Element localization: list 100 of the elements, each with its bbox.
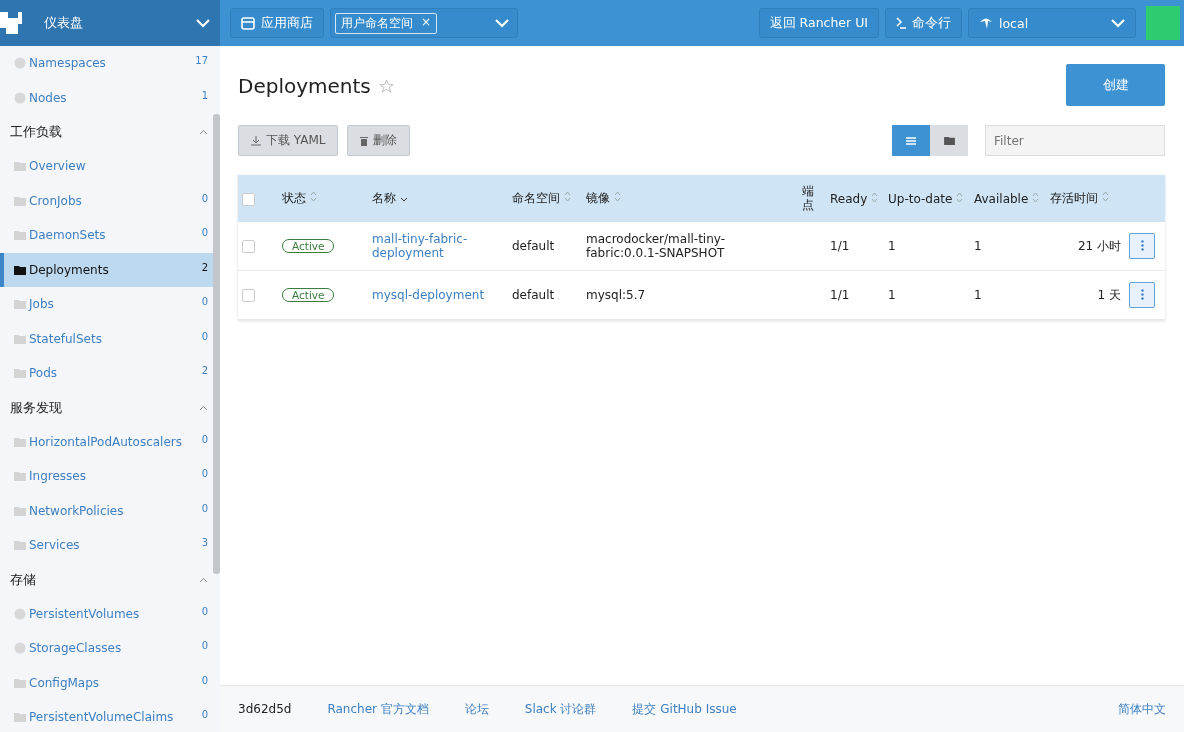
namespace-select[interactable]: 用户命名空间 × bbox=[330, 8, 518, 38]
footer-link[interactable]: Slack 讨论群 bbox=[524, 700, 597, 718]
table-cell: 21 小时 bbox=[1046, 222, 1125, 271]
column-header[interactable]: 镜像 bbox=[582, 175, 798, 222]
helm-icon bbox=[979, 16, 993, 30]
list-view-button[interactable] bbox=[892, 125, 930, 156]
folder-icon bbox=[14, 505, 26, 516]
sidebar-item[interactable]: CronJobs 0 bbox=[0, 183, 213, 218]
scrollbar[interactable] bbox=[213, 114, 220, 574]
table-cell: 1/1 bbox=[826, 222, 884, 271]
sort-desc-icon bbox=[400, 197, 408, 202]
collapse-icon[interactable] bbox=[199, 129, 208, 135]
deployment-link[interactable]: mall-tiny-fabric-deployment bbox=[372, 232, 504, 260]
sidebar-item[interactable]: Services 3 bbox=[0, 528, 213, 563]
column-header[interactable]: 状态 bbox=[278, 175, 368, 222]
language-link[interactable]: 简体中文 bbox=[1118, 700, 1166, 718]
sidebar-item[interactable]: StatefulSets 0 bbox=[0, 321, 213, 356]
footer-link[interactable]: 提交 GitHub Issue bbox=[632, 700, 737, 718]
dashboard-title: 仪表盘 bbox=[44, 14, 84, 32]
version-text: 3d62d5d bbox=[238, 702, 292, 716]
group-title: 工作负载 bbox=[10, 123, 62, 141]
create-button[interactable]: 创建 bbox=[1066, 64, 1165, 106]
app-store-button[interactable]: 应用商店 bbox=[230, 8, 324, 38]
group-title: 存储 bbox=[10, 570, 36, 589]
sidebar-item[interactable]: Nodes 1 bbox=[0, 80, 213, 115]
folder-icon bbox=[14, 161, 26, 172]
sidebar-item[interactable]: HorizontalPodAutoscalers 0 bbox=[0, 424, 213, 459]
sidebar-item[interactable]: Jobs 0 bbox=[0, 287, 213, 322]
list-icon bbox=[906, 136, 916, 145]
sidebar-item[interactable]: NetworkPolicies 0 bbox=[0, 493, 213, 528]
sidebar-item[interactable]: StorageClasses 0 bbox=[0, 631, 213, 666]
download-yaml-button[interactable]: 下载 YAML bbox=[238, 125, 339, 156]
row-checkbox[interactable] bbox=[242, 289, 255, 302]
folder-icon bbox=[14, 471, 26, 482]
select-all-checkbox[interactable] bbox=[242, 192, 255, 206]
sidebar-item[interactable]: Ingresses 0 bbox=[0, 459, 213, 494]
kebab-icon bbox=[1140, 288, 1144, 300]
column-header[interactable]: Up-to-date bbox=[884, 175, 970, 222]
sidebar-item[interactable]: Pods 2 bbox=[0, 356, 213, 391]
deployment-link[interactable]: mysql-deployment bbox=[372, 288, 504, 302]
tag-remove[interactable]: × bbox=[421, 14, 432, 32]
collapse-icon[interactable] bbox=[199, 404, 208, 411]
sidebar-item[interactable]: Overview bbox=[0, 149, 213, 184]
table-cell: macrodocker/mall-tiny-fabric:0.0.1-SNAPSHOT bbox=[582, 222, 798, 271]
sidebar-item[interactable]: DaemonSets 0 bbox=[0, 218, 213, 253]
delete-button[interactable]: 删除 bbox=[347, 125, 411, 156]
page-title: Deployments bbox=[238, 74, 371, 98]
column-header[interactable]: Ready bbox=[826, 175, 884, 222]
dropdown-icon bbox=[196, 18, 210, 28]
table-cell: default bbox=[508, 222, 582, 271]
folder-icon bbox=[14, 540, 26, 551]
circle-icon bbox=[14, 642, 26, 655]
sort-icon bbox=[614, 191, 621, 202]
footer-link[interactable]: Rancher 官方文档 bbox=[327, 700, 429, 718]
sidebar-item[interactable]: PersistentVolumeClaims 0 bbox=[0, 700, 213, 732]
table-cell: 1 bbox=[970, 270, 1046, 320]
star-icon[interactable] bbox=[378, 78, 394, 94]
table-cell: 1 bbox=[884, 222, 970, 271]
folder-icon bbox=[14, 333, 26, 344]
sidebar-item[interactable]: Namespaces 17 bbox=[0, 46, 213, 81]
store-icon bbox=[241, 16, 255, 30]
column-header[interactable]: 命名空间 bbox=[508, 175, 582, 222]
back-to-rancher-button[interactable]: 返回 Rancher UI bbox=[758, 8, 879, 38]
more-actions-button[interactable] bbox=[1129, 233, 1155, 259]
sidebar-item[interactable]: Deployments 2 bbox=[0, 252, 213, 287]
kebab-icon bbox=[1140, 239, 1144, 251]
trash-icon bbox=[360, 135, 369, 146]
folder-icon bbox=[14, 264, 26, 275]
folder-icon bbox=[14, 677, 26, 688]
column-header[interactable]: 名称 bbox=[368, 175, 508, 222]
more-actions-button[interactable] bbox=[1129, 282, 1155, 308]
chevron-down-icon bbox=[1111, 18, 1125, 28]
column-header[interactable]: Available bbox=[970, 175, 1046, 222]
column-header[interactable]: 存活时间 bbox=[1046, 175, 1125, 222]
table-cell: mysql:5.7 bbox=[582, 270, 798, 320]
chevron-down-icon bbox=[495, 18, 509, 28]
shell-button[interactable]: 命令行 bbox=[885, 8, 962, 38]
sort-icon bbox=[1032, 191, 1040, 203]
column-header: 端点 bbox=[798, 175, 826, 222]
folder-icon bbox=[14, 712, 26, 723]
filter-field[interactable]: Filter bbox=[985, 125, 1165, 156]
terminal-icon bbox=[896, 17, 906, 29]
sort-icon bbox=[871, 191, 879, 203]
cluster-select[interactable]: local bbox=[968, 8, 1136, 38]
row-checkbox[interactable] bbox=[242, 240, 255, 253]
folder-icon bbox=[14, 368, 26, 379]
folder-icon bbox=[14, 195, 26, 206]
folder-icon bbox=[14, 230, 26, 241]
circle-icon bbox=[14, 57, 26, 70]
sidebar-item[interactable]: ConfigMaps 0 bbox=[0, 665, 213, 700]
folder-icon bbox=[943, 136, 955, 145]
sort-icon bbox=[564, 191, 571, 202]
footer-link[interactable]: 论坛 bbox=[464, 700, 489, 718]
table-cell: 1 bbox=[970, 222, 1046, 271]
table-cell: 1 天 bbox=[1046, 270, 1125, 320]
table-cell: 1/1 bbox=[826, 270, 884, 320]
collapse-icon[interactable] bbox=[199, 576, 208, 583]
folder-view-button[interactable] bbox=[930, 125, 968, 156]
sidebar-item[interactable]: PersistentVolumes 0 bbox=[0, 596, 213, 631]
namespace-tag[interactable]: 用户命名空间 × bbox=[335, 12, 438, 34]
